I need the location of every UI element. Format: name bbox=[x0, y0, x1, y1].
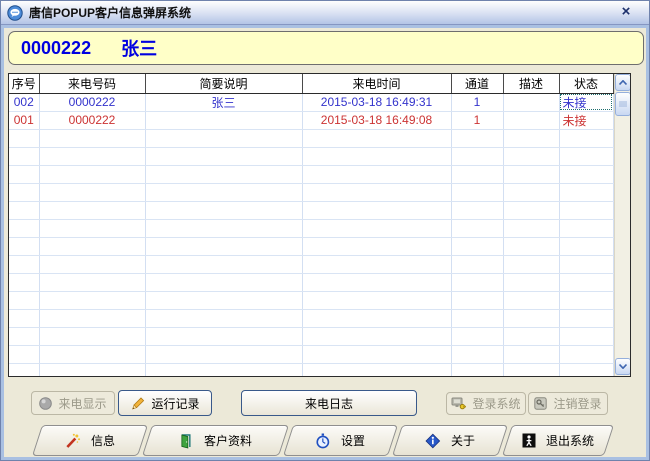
tab-about[interactable]: 关于 bbox=[391, 425, 509, 456]
cell-number: 0000222 bbox=[39, 111, 146, 130]
tab-exit-label: 退出系统 bbox=[545, 434, 594, 448]
call-table: 序号 来电号码 简要说明 来电时间 通道 描述 状态 002 0000222 张三 2015-03… bbox=[9, 74, 614, 376]
scrollbar-thumb[interactable] bbox=[614, 92, 630, 116]
table-row[interactable]: 001 0000222 2015-03-18 16:49:08 1 未接 bbox=[9, 111, 614, 130]
column-header[interactable]: 简要说明 bbox=[145, 74, 303, 94]
cell-channel: 1 bbox=[451, 93, 504, 112]
pencil-icon bbox=[130, 396, 145, 410]
caller-display-label: 来电显示 bbox=[58, 396, 107, 411]
caller-name: 张三 bbox=[121, 39, 158, 59]
table-header-row: 序号 来电号码 简要说明 来电时间 通道 描述 状态 bbox=[9, 74, 614, 94]
empty-table-row bbox=[9, 165, 614, 184]
chat-bubble-app-icon bbox=[7, 4, 23, 21]
empty-table-row bbox=[9, 237, 614, 256]
empty-table-row bbox=[9, 363, 614, 376]
tab-exit-system[interactable]: 退出系统 bbox=[501, 425, 615, 456]
call-log-button[interactable]: 来电日志 bbox=[241, 390, 417, 416]
empty-table-row bbox=[9, 327, 614, 346]
caller-number: 0000222 bbox=[21, 37, 92, 58]
empty-table-row bbox=[9, 291, 614, 310]
open-door-icon bbox=[178, 433, 194, 449]
empty-table-row bbox=[9, 129, 614, 148]
window-title: 唐信POPUP客户信息弹屏系统 bbox=[29, 6, 192, 20]
close-icon[interactable]: × bbox=[617, 3, 635, 21]
table-row[interactable]: 002 0000222 张三 2015-03-18 16:49:31 1 未接 bbox=[9, 93, 614, 112]
cell-status: 未接 bbox=[559, 111, 614, 130]
empty-table-row bbox=[9, 273, 614, 292]
run-log-button[interactable]: 运行记录 bbox=[118, 390, 212, 416]
cell-note: 张三 bbox=[145, 93, 303, 112]
call-log-label: 来电日志 bbox=[304, 396, 353, 411]
app-window: 唐信POPUP客户信息弹屏系统 × 0000222 张三 序号 来电号码 简要说明来… bbox=[0, 0, 650, 461]
empty-table-row bbox=[9, 309, 614, 328]
cell-note bbox=[145, 111, 303, 130]
tab-about-label: 关于 bbox=[450, 434, 475, 448]
logout-key-icon bbox=[534, 397, 548, 410]
scrollbar-up-icon[interactable] bbox=[614, 74, 630, 91]
info-diamond-icon bbox=[425, 433, 441, 449]
tab-info-label: 信息 bbox=[90, 434, 115, 448]
tab-customer-data[interactable]: 客户资料 bbox=[141, 425, 290, 456]
empty-table-row bbox=[9, 219, 614, 238]
cell-desc bbox=[503, 93, 560, 112]
cell-time: 2015-03-18 16:49:08 bbox=[302, 111, 452, 130]
login-key-icon bbox=[451, 397, 467, 410]
caller-banner: 0000222 张三 bbox=[8, 31, 644, 65]
title-bar[interactable]: 唐信POPUP客户信息弹屏系统 × bbox=[1, 1, 649, 25]
column-header[interactable]: 序号 bbox=[9, 74, 40, 94]
login-label: 登录系统 bbox=[472, 397, 521, 411]
tab-info[interactable]: 信息 bbox=[31, 425, 149, 456]
empty-table-row bbox=[9, 201, 614, 220]
cell-number: 0000222 bbox=[39, 93, 146, 112]
tab-settings[interactable]: 设置 bbox=[282, 425, 399, 456]
login-button[interactable]: 登录系统 bbox=[446, 392, 526, 415]
empty-table-row bbox=[9, 147, 614, 166]
tab-customer-label: 客户资料 bbox=[204, 434, 253, 448]
vertical-scrollbar[interactable] bbox=[613, 74, 630, 376]
empty-table-row bbox=[9, 345, 614, 364]
empty-table-row bbox=[9, 255, 614, 274]
column-header[interactable]: 来电时间 bbox=[302, 74, 452, 94]
tab-settings-label: 设置 bbox=[341, 434, 366, 448]
logout-label: 注销登录 bbox=[553, 397, 602, 411]
magic-wand-icon bbox=[65, 433, 81, 449]
column-header[interactable]: 通道 bbox=[451, 74, 504, 94]
gray-sphere-icon bbox=[39, 396, 53, 410]
stopwatch-icon bbox=[315, 433, 331, 449]
logout-button[interactable]: 注销登录 bbox=[528, 392, 608, 415]
cell-desc bbox=[503, 111, 560, 130]
cell-seq: 001 bbox=[9, 111, 40, 130]
column-header[interactable]: 来电号码 bbox=[39, 74, 146, 94]
column-header[interactable]: 状态 bbox=[559, 74, 614, 94]
cell-time: 2015-03-18 16:49:31 bbox=[302, 93, 452, 112]
cell-status: 未接 bbox=[559, 93, 614, 112]
exit-person-icon bbox=[522, 433, 536, 448]
call-list-grid: 序号 来电号码 简要说明 来电时间 通道 描述 状态 002 0000222 张三 2015-03… bbox=[8, 73, 631, 377]
run-log-label: 运行记录 bbox=[151, 396, 200, 411]
scrollbar-down-icon[interactable] bbox=[614, 358, 630, 375]
cell-channel: 1 bbox=[451, 111, 504, 130]
empty-table-row bbox=[9, 183, 614, 202]
cell-seq: 002 bbox=[9, 93, 40, 112]
caller-display-button[interactable]: 来电显示 bbox=[31, 391, 115, 415]
column-header[interactable]: 描述 bbox=[503, 74, 560, 94]
